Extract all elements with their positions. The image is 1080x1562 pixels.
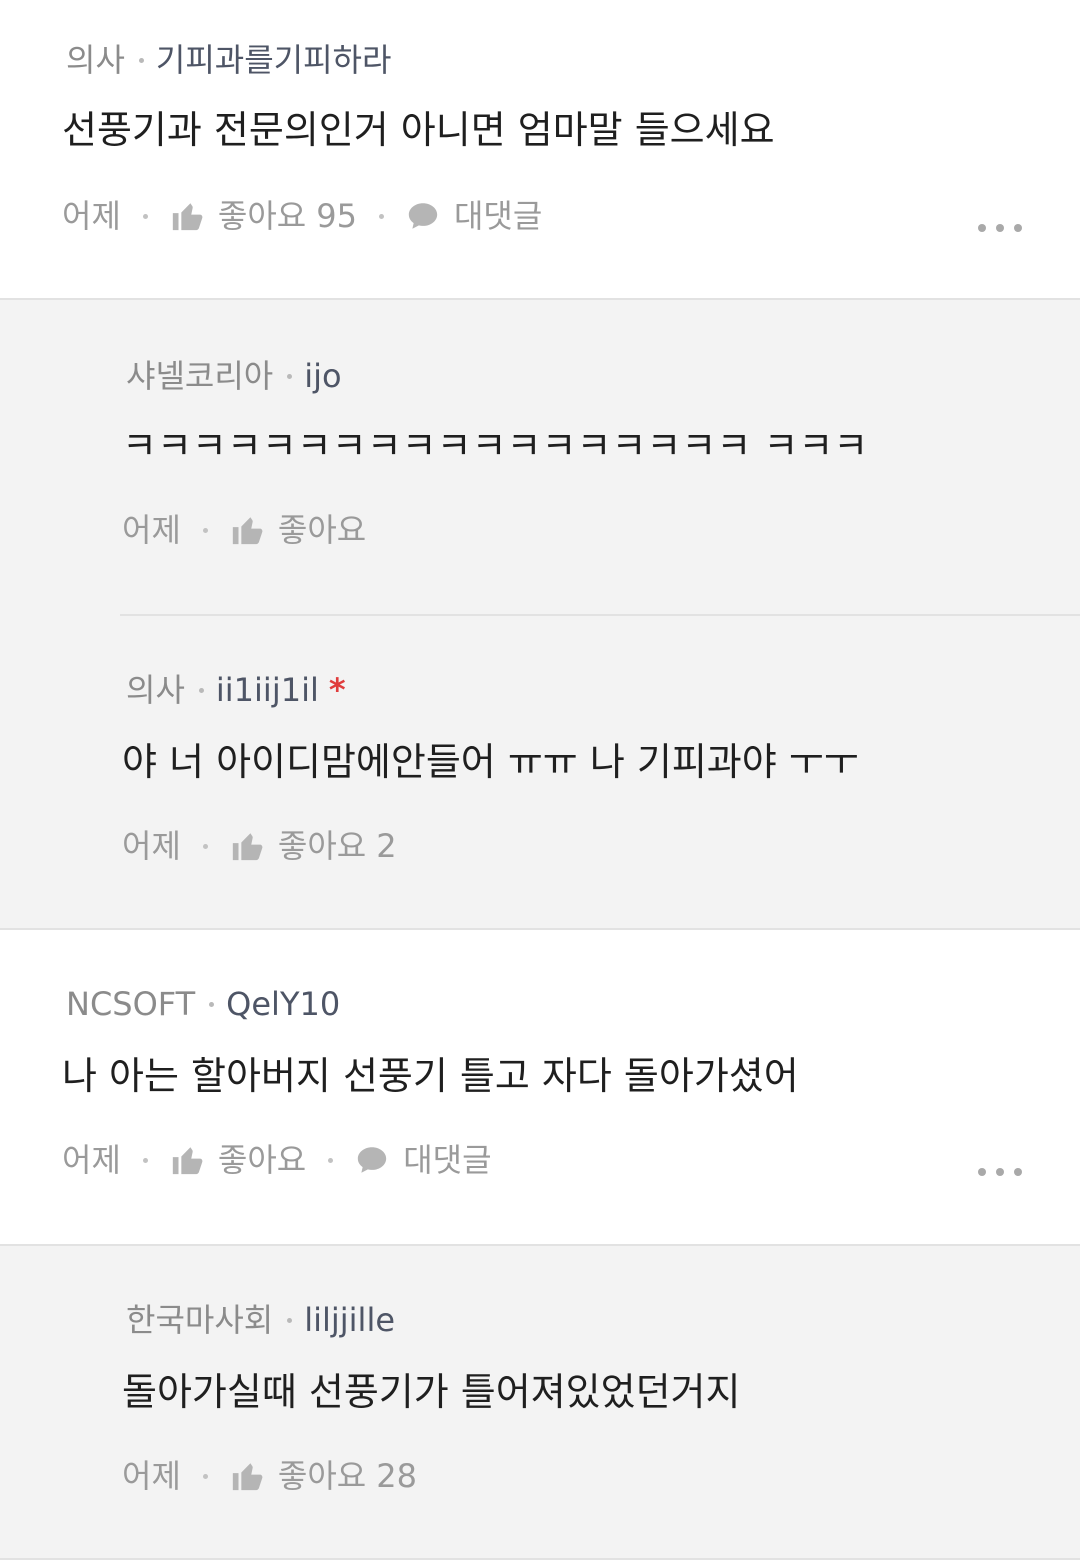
nickname[interactable]: liljjille [304,1301,395,1339]
author-label: 의사 [126,671,185,709]
thumbs-up-icon [230,1459,264,1493]
author-label: 의사 [66,41,125,79]
comment-actions: 어제 좋아요 [122,510,366,550]
comment-meta: 의사 기피과를기피하라 [66,40,391,80]
comment-text: 돌아가실때 선풍기가 틀어져있었던거지 [122,1370,741,1414]
comment: NCSOFT QelY10 나 아는 할아버지 선풍기 틀고 자다 돌아가셨어 어… [0,930,1080,1246]
timestamp: 어제 [122,511,181,549]
like-count: 28 [376,1457,417,1495]
timestamp: 어제 [122,827,181,865]
like-label: 좋아요 [277,1457,367,1495]
comment-actions: 어제 좋아요 28 [122,1456,417,1496]
more-dot [996,224,1004,232]
separator-dot [198,687,204,693]
separator-dot [287,373,293,379]
separator-dot [202,1473,208,1479]
author-label: 한국마사회 [126,1301,274,1339]
nickname[interactable]: ijo [304,357,341,395]
more-button[interactable] [978,224,1022,232]
like-button[interactable]: 좋아요 95 [170,196,357,236]
more-dot [1014,1168,1022,1176]
thumbs-up-icon [170,1143,204,1177]
comment-text: 야 너 아이디맘에안들어 ㅠㅠ 나 기피과야 ㅜㅜ [122,740,859,784]
writer-star-badge: * [328,671,346,709]
comment-actions: 어제 좋아요 대댓글 [62,1140,492,1180]
separator-dot [328,1157,334,1163]
comment-meta: NCSOFT QelY10 [66,984,340,1024]
like-count: 95 [316,197,357,235]
comment: 의사 기피과를기피하라 선풍기과 전문의인거 아니면 엄마말 들으세요 어제 좋아… [0,0,1080,300]
nickname[interactable]: 기피과를기피하라 [156,41,392,79]
like-label: 좋아요 [277,511,367,549]
thumbs-up-icon [230,829,264,863]
reply-thread: 샤넬코리아 ijo ㅋㅋㅋㅋㅋㅋㅋㅋㅋㅋㅋㅋㅋㅋㅋㅋㅋㅋ ㅋㅋㅋ 어제 좋아요 의… [0,300,1080,930]
like-label: 좋아요 [277,827,367,865]
separator-dot [138,57,144,63]
nickname[interactable]: ii1iij1il [216,671,319,709]
reply-thread: 한국마사회 liljjille 돌아가실때 선풍기가 틀어져있었던거지 어제 좋아… [0,1246,1080,1560]
reply-button[interactable]: 대댓글 [406,196,542,236]
separator-dot [142,213,148,219]
timestamp: 어제 [62,1141,121,1179]
like-button[interactable]: 좋아요 2 [230,826,397,866]
comment-text: 나 아는 할아버지 선풍기 틀고 자다 돌아가셨어 [62,1054,799,1098]
timestamp: 어제 [62,197,121,235]
comment-actions: 어제 좋아요 95 대댓글 [62,196,542,236]
like-button[interactable]: 좋아요 [170,1140,306,1180]
author-label: 샤넬코리아 [126,357,274,395]
speech-bubble-icon [406,199,440,233]
more-dot [1014,224,1022,232]
like-button[interactable]: 좋아요 28 [230,1456,417,1496]
divider [120,614,1080,616]
comment-actions: 어제 좋아요 2 [122,826,397,866]
separator-dot [287,1317,293,1323]
reply-button[interactable]: 대댓글 [355,1140,492,1180]
separator-dot [202,527,208,533]
like-count: 2 [376,827,397,865]
speech-bubble-icon [355,1143,389,1177]
reply-label: 대댓글 [453,197,543,235]
comment-text: 선풍기과 전문의인거 아니면 엄마말 들으세요 [62,108,775,152]
like-label: 좋아요 [217,197,307,235]
thumbs-up-icon [230,513,264,547]
comment-meta: 의사 ii1iij1il * [126,670,346,710]
comment-text: ㅋㅋㅋㅋㅋㅋㅋㅋㅋㅋㅋㅋㅋㅋㅋㅋㅋㅋ ㅋㅋㅋ [122,424,869,468]
like-button[interactable]: 좋아요 [230,510,366,550]
more-button[interactable] [978,1168,1022,1176]
separator-dot [202,843,208,849]
comment-meta: 한국마사회 liljjille [126,1300,395,1340]
like-label: 좋아요 [217,1141,307,1179]
reply-label: 대댓글 [403,1141,492,1179]
more-dot [996,1168,1004,1176]
thumbs-up-icon [170,199,204,233]
timestamp: 어제 [122,1457,181,1495]
more-dots-icon [978,224,986,232]
comment-meta: 샤넬코리아 ijo [126,356,342,396]
separator-dot [378,213,384,219]
nickname[interactable]: QelY10 [226,985,340,1023]
author-label: NCSOFT [66,985,196,1023]
separator-dot [209,1001,215,1007]
more-dots-icon [978,1168,986,1176]
separator-dot [142,1157,148,1163]
